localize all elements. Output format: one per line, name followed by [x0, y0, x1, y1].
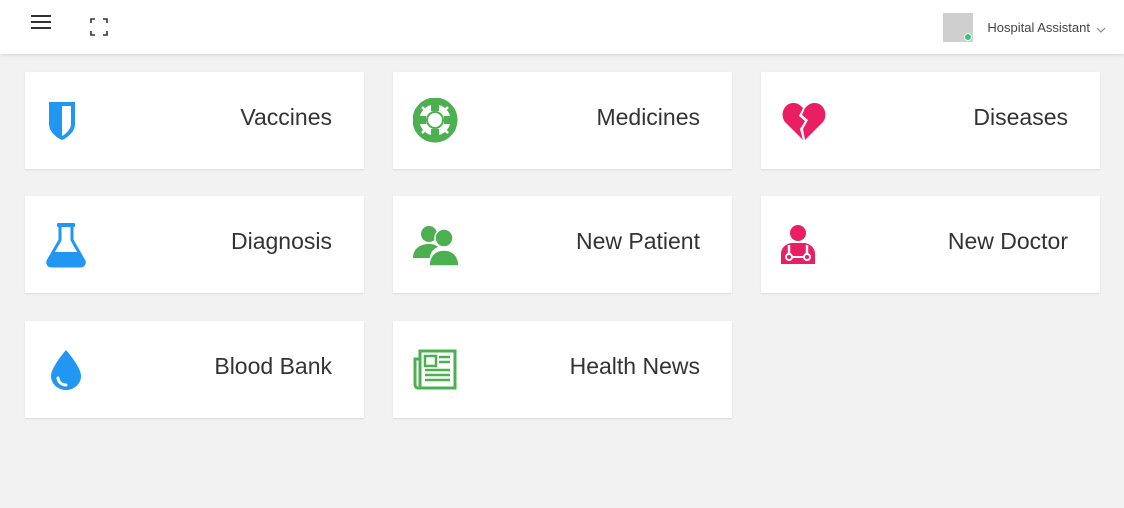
newspaper-icon: [413, 347, 459, 393]
card-label: Medicines: [596, 104, 700, 130]
card-blood-bank[interactable]: Blood Bank: [25, 321, 364, 418]
chevron-down-icon[interactable]: [1096, 22, 1106, 33]
card-new-doctor[interactable]: New Doctor: [761, 196, 1100, 293]
card-label: New Patient: [575, 228, 700, 254]
doctor-icon: [781, 222, 827, 268]
fullscreen-icon[interactable]: [90, 18, 108, 36]
flask-icon: [45, 222, 91, 268]
card-new-patient[interactable]: New Patient: [393, 196, 732, 293]
online-status-dot: [964, 32, 973, 41]
hamburger-icon[interactable]: [31, 14, 53, 32]
card-diagnosis[interactable]: Diagnosis: [25, 196, 364, 293]
drop-icon: [45, 347, 91, 393]
card-vaccines[interactable]: Vaccines: [25, 72, 364, 169]
user-menu[interactable]: Hospital Assistant: [943, 12, 1106, 42]
user-name[interactable]: Hospital Assistant: [987, 20, 1090, 35]
card-label: New Doctor: [947, 228, 1068, 254]
card-label: Health News: [569, 353, 700, 379]
top-bar: Hospital Assistant: [0, 0, 1124, 54]
card-label: Vaccines: [240, 104, 332, 130]
broken-heart-icon: [781, 98, 827, 144]
card-label: Diagnosis: [231, 228, 332, 254]
users-icon: [413, 222, 460, 268]
card-diseases[interactable]: Diseases: [761, 72, 1100, 169]
card-medicines[interactable]: Medicines: [393, 72, 732, 169]
shield-icon: [45, 98, 91, 144]
card-health-news[interactable]: Health News: [393, 321, 732, 418]
card-label: Blood Bank: [214, 353, 332, 379]
card-label: Diseases: [973, 104, 1068, 130]
avatar[interactable]: [943, 12, 974, 42]
lifebuoy-icon: [412, 97, 459, 144]
